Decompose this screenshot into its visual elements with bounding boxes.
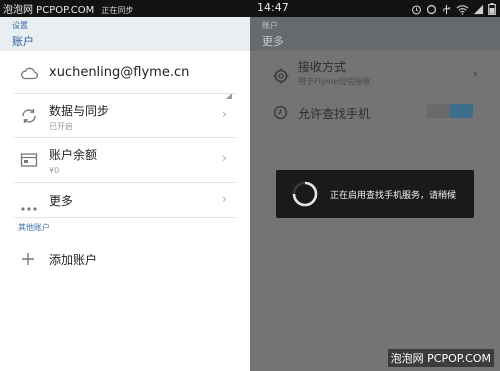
wallet-icon: [20, 152, 38, 172]
sync-notification: 正在同步: [101, 6, 134, 15]
settings-breadcrumb[interactable]: 设置: [12, 20, 28, 31]
cloud-icon: [20, 65, 38, 84]
find-phone-label: 允许查找手机: [298, 107, 371, 121]
accounts-pane: 设置 账户 xuchenling@flyme.cn 数据与同步 已开启 › 账户…: [0, 17, 250, 371]
divider: [14, 217, 236, 218]
data-sync-item[interactable]: 数据与同步 已开启 ›: [0, 94, 250, 137]
more-dots-icon: [20, 197, 38, 216]
receive-method-item[interactable]: 接收方式 用于Flyme短信接收 ›: [250, 57, 500, 97]
accounts-header: 设置 账户: [0, 17, 250, 51]
usb-icon: [441, 0, 452, 19]
account-balance-value: ¥0: [49, 166, 60, 175]
account-balance-item[interactable]: 账户余额 ¥0 ›: [0, 138, 250, 182]
chevron-right-icon: ›: [222, 107, 227, 121]
more-item[interactable]: 更多 ›: [0, 183, 250, 217]
toast-message: 正在启用查找手机服务，请稍候: [330, 191, 457, 201]
account-balance-label: 账户余额: [49, 148, 98, 162]
status-watermark-text: 泡泡网 PCPOP.COM: [3, 5, 95, 16]
loading-toast: 正在启用查找手机服务，请稍候: [276, 170, 474, 218]
other-accounts-heading: 其他账户: [18, 223, 50, 232]
more-page-title: 更多: [262, 35, 284, 48]
toggle-knob: [450, 104, 473, 118]
find-phone-toggle[interactable]: [427, 104, 473, 118]
chevron-right-icon: ›: [222, 192, 227, 206]
alarm-icon: [411, 0, 422, 19]
watermark: 泡泡网 PCPOP.COM: [387, 349, 494, 367]
accounts-breadcrumb[interactable]: 账户: [262, 20, 278, 31]
sync-icon: [20, 107, 38, 129]
plus-icon: [20, 251, 36, 271]
battery-icon: [488, 0, 496, 19]
status-bar: 泡泡网 PCPOP.COM 正在同步 14:47: [0, 0, 500, 17]
account-row[interactable]: xuchenling@flyme.cn: [0, 51, 250, 99]
data-sync-status: 已开启: [49, 122, 73, 131]
add-account-label: 添加账户: [49, 253, 98, 267]
receive-method-label: 接收方式: [298, 60, 347, 74]
gear-icon: [272, 67, 290, 89]
more-label: 更多: [49, 194, 74, 208]
more-header: 账户 更多: [250, 17, 500, 51]
loading-spinner-icon: [292, 181, 318, 207]
data-sync-label: 数据与同步: [49, 104, 110, 118]
receive-method-desc: 用于Flyme短信接收: [298, 77, 371, 86]
wifi-icon: [456, 0, 469, 19]
chevron-right-icon: ›: [473, 67, 478, 81]
status-time: 14:47: [257, 1, 289, 14]
add-account-item[interactable]: 添加账户: [0, 243, 250, 275]
status-icons: [411, 2, 496, 15]
circle-icon: [426, 0, 437, 19]
clock-icon: [272, 104, 289, 125]
chevron-right-icon: ›: [222, 151, 227, 165]
account-email: xuchenling@flyme.cn: [49, 65, 190, 80]
signal-icon: [473, 0, 484, 19]
page-title: 账户: [12, 35, 34, 48]
status-bar-left: 泡泡网 PCPOP.COM 正在同步: [3, 1, 133, 16]
